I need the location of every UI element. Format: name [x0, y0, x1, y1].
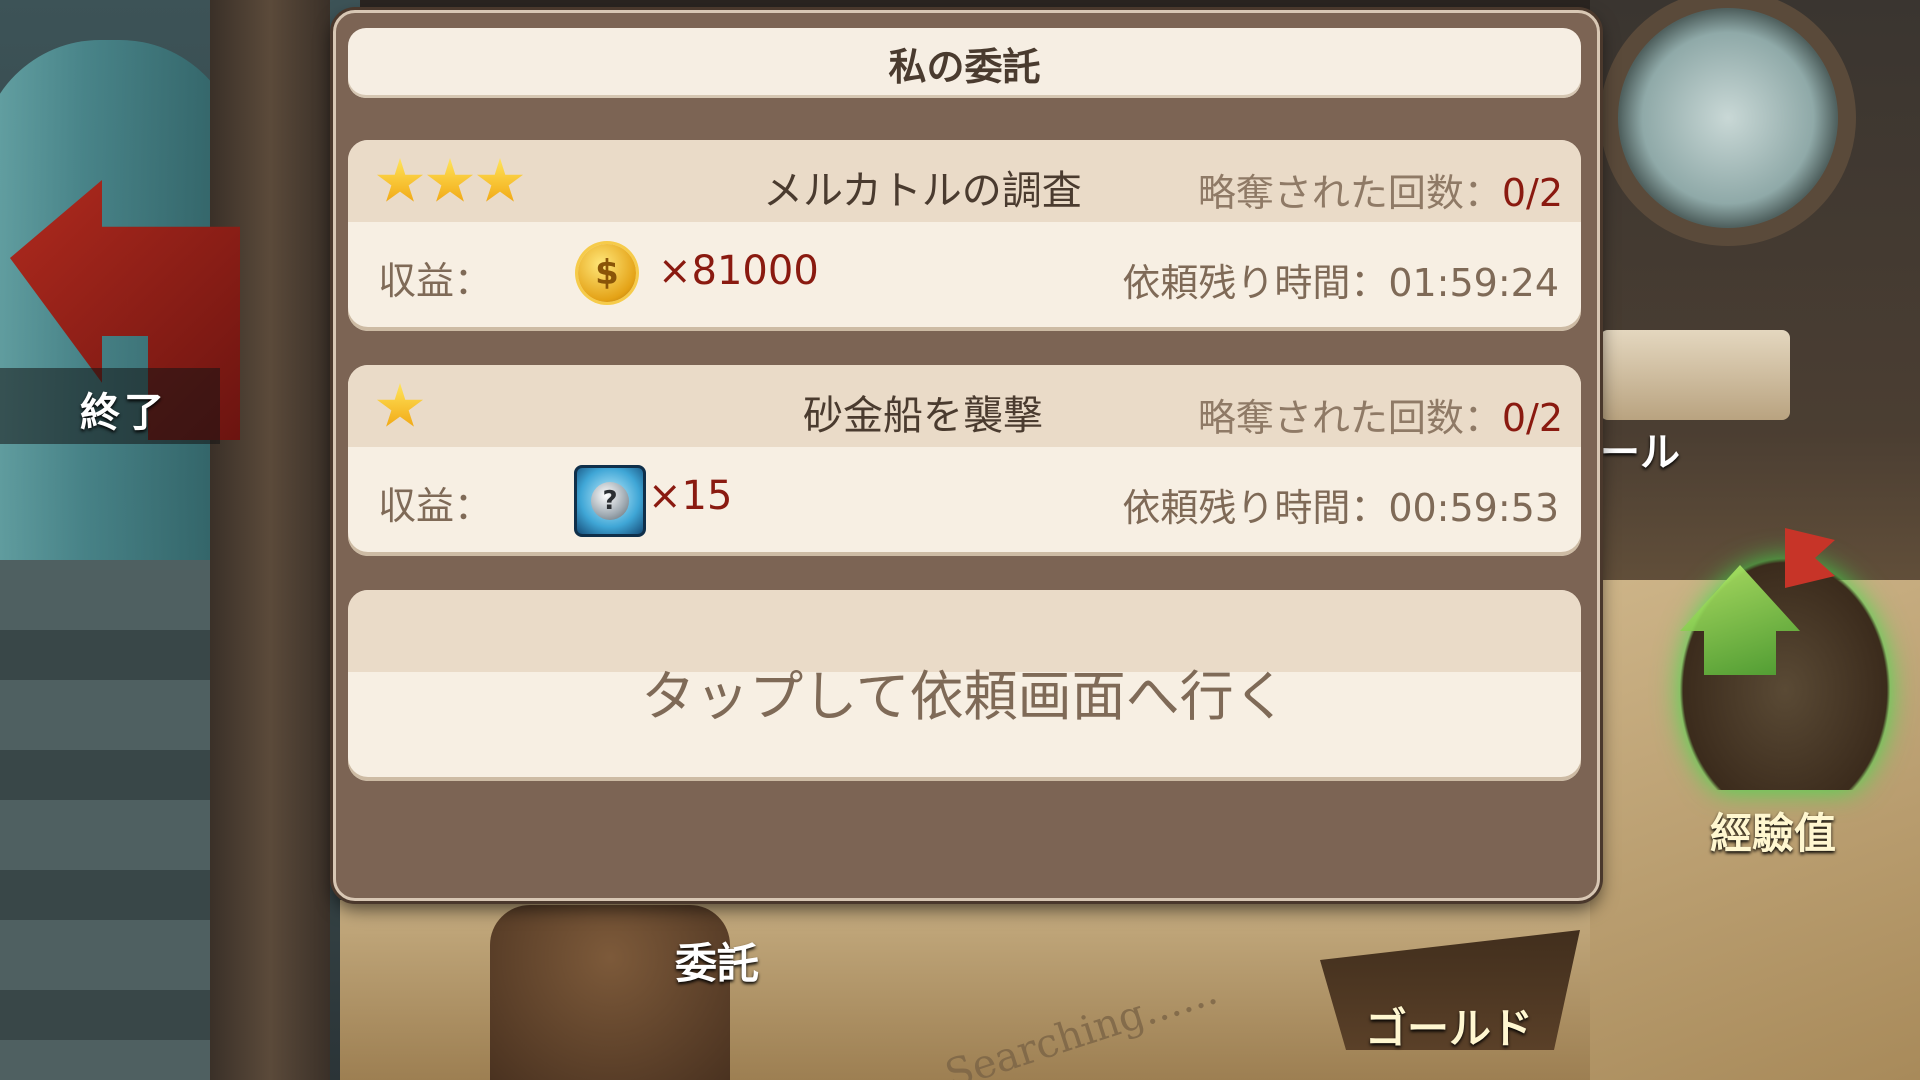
- reward-label: 収益：: [378, 259, 493, 303]
- exp-menu-label[interactable]: 經驗值: [1710, 800, 1836, 861]
- tap-prompt-text: タップして依頼画面へ行く: [641, 665, 1288, 728]
- star-rating: [376, 158, 524, 206]
- go-to-commission-button[interactable]: タップして依頼画面へ行く: [348, 590, 1581, 781]
- mission-name: メルカトルの調査: [763, 168, 1082, 214]
- my-commissions-panel: 私の委託 メルカトルの調査 略奪された回数：0/2 収益： $ ×81000 依…: [333, 10, 1600, 901]
- raid-count: 略奪された回数：0/2: [1197, 171, 1563, 215]
- raid-count: 略奪された回数：0/2: [1197, 396, 1563, 440]
- mission-card[interactable]: メルカトルの調査 略奪された回数：0/2 収益： $ ×81000 依頼残り時間…: [348, 140, 1581, 331]
- star-icon: [476, 158, 524, 202]
- scroll-icon[interactable]: [1600, 330, 1790, 420]
- mission-card[interactable]: 砂金船を襲撃 略奪された回数：0/2 収益： ? ×15 依頼残り時間：00:5…: [348, 365, 1581, 556]
- time-remaining: 依頼残り時間：01:59:24: [1122, 261, 1559, 305]
- panel-title-bar: 私の委託: [348, 28, 1581, 98]
- gold-menu-label[interactable]: ゴールド: [1365, 995, 1533, 1056]
- commission-menu-label[interactable]: 委託: [675, 930, 759, 991]
- mystery-gem-icon: ?: [574, 465, 646, 537]
- star-icon: [376, 383, 424, 427]
- wooden-pillar: [210, 0, 330, 1080]
- exit-button-label[interactable]: 終了: [80, 380, 168, 438]
- reward-label: 収益：: [378, 484, 493, 528]
- porthole-window: [1600, 0, 1856, 246]
- mission-name: 砂金船を襲撃: [803, 393, 1043, 439]
- reward-quantity: ×81000: [658, 248, 819, 294]
- star-rating: [376, 383, 424, 431]
- panel-title: 私の委託: [888, 44, 1041, 89]
- gold-coin-icon: $: [578, 244, 636, 302]
- star-icon: [376, 158, 424, 202]
- star-icon: [426, 158, 474, 202]
- reward-quantity: ×15: [648, 473, 733, 519]
- scroll-menu-label[interactable]: ール: [1600, 420, 1680, 478]
- time-remaining: 依頼残り時間：00:59:53: [1122, 486, 1559, 530]
